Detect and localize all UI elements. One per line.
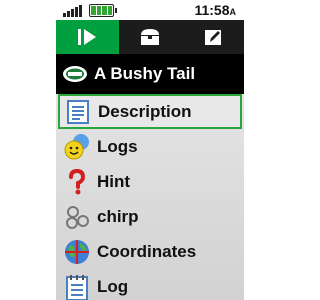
menu-item-label: Logs	[97, 136, 138, 156]
menu-item-chirp[interactable]: chirp	[56, 199, 244, 234]
question-mark-icon	[63, 168, 91, 196]
treasure-chest-icon	[141, 29, 159, 45]
battery-icon	[89, 4, 117, 17]
menu-item-description[interactable]: Description	[58, 94, 242, 129]
smiley-faces-icon	[63, 133, 91, 161]
tab-edit[interactable]	[181, 20, 244, 54]
cache-title: A Bushy Tail	[94, 64, 196, 83]
menu-item-log[interactable]: Log	[56, 269, 244, 300]
tab-geocache[interactable]	[119, 20, 182, 54]
play-icon	[78, 29, 97, 45]
menu-item-logs[interactable]: Logs	[56, 129, 244, 164]
tab-navigate[interactable]	[56, 20, 119, 54]
menu-item-label: Hint	[97, 171, 131, 191]
signal-strength-icon	[63, 4, 83, 17]
globe-icon	[63, 238, 91, 266]
menu-item-label: Description	[98, 101, 192, 121]
cache-menu: Description Logs Hint chirp Coordinates …	[56, 94, 244, 300]
tab-bar	[56, 20, 244, 54]
clock-suffix: A	[229, 7, 237, 17]
document-icon	[64, 98, 92, 126]
cache-header: A Bushy Tail	[56, 54, 244, 94]
geocache-icon	[63, 66, 87, 82]
gps-screen: 11:58A A Bushy Tail Description Logs Hin…	[56, 0, 244, 300]
clock: 11:58A	[194, 2, 236, 18]
menu-item-hint[interactable]: Hint	[56, 164, 244, 199]
menu-item-label: Coordinates	[97, 241, 197, 261]
menu-item-label: chirp	[97, 206, 139, 226]
map-pencil-icon	[204, 30, 221, 45]
menu-item-label: Log	[97, 276, 129, 296]
menu-item-coordinates[interactable]: Coordinates	[56, 234, 244, 269]
clock-time: 11:58	[194, 2, 230, 18]
chirp-icon	[63, 203, 91, 231]
status-bar: 11:58A	[56, 0, 244, 20]
notepad-icon	[63, 273, 91, 300]
